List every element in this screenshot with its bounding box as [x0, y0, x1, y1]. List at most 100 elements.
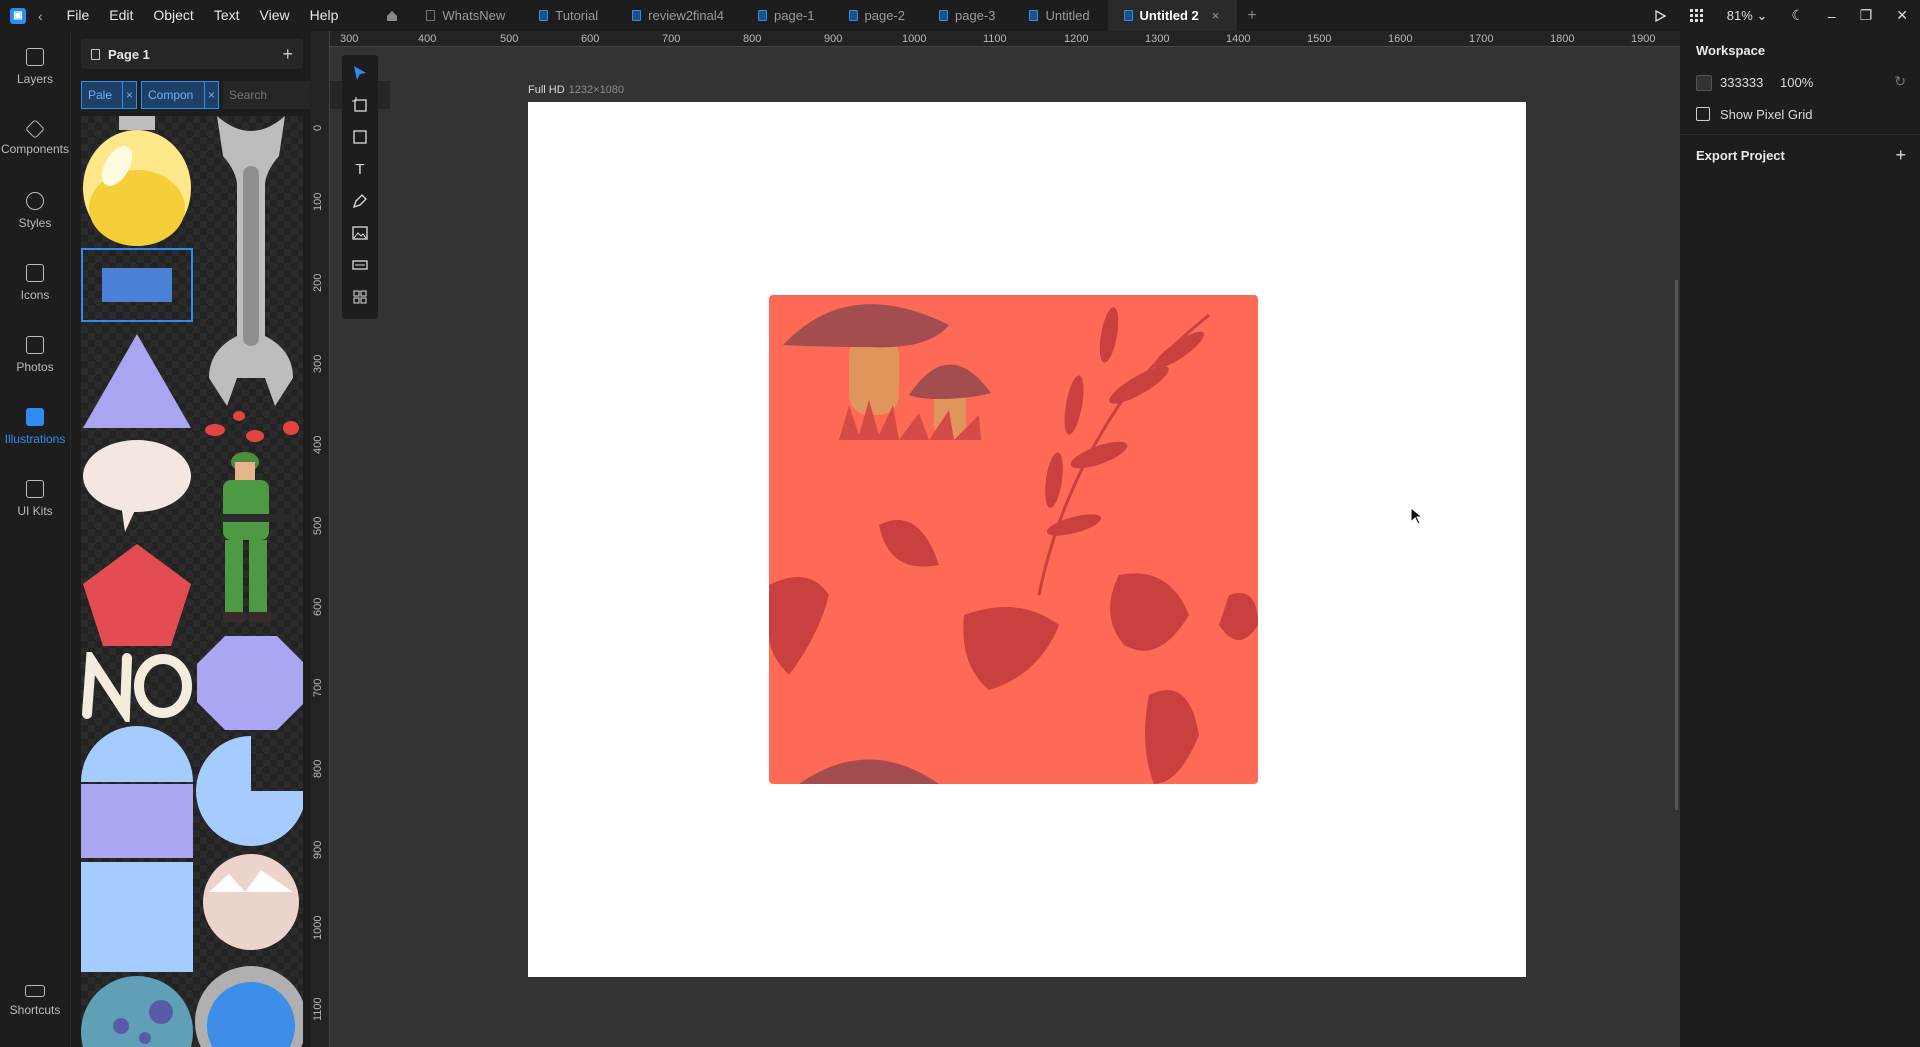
minimize-icon[interactable]: – — [1816, 8, 1848, 24]
tab-whatsnew[interactable]: WhatsNew — [410, 0, 523, 31]
left-rail: Layers Components Styles Icons Photos Il… — [0, 31, 70, 1047]
moon-icon[interactable]: ☾ — [1779, 7, 1816, 24]
workspace-color-hex[interactable]: 333333 — [1720, 75, 1763, 90]
add-export-icon[interactable]: + — [1895, 145, 1906, 166]
add-page-icon[interactable]: + — [282, 44, 293, 65]
workspace-color-opacity[interactable]: 100% — [1780, 75, 1813, 90]
blue-rectangle-shape[interactable] — [81, 862, 193, 972]
half-circle-shape[interactable] — [81, 726, 193, 782]
export-project-title: Export Project — [1696, 148, 1785, 163]
tab-page-1[interactable]: page-1 — [742, 0, 832, 31]
app-logo-icon[interactable]: ▣ — [10, 7, 26, 24]
rail-icons[interactable]: Icons — [0, 247, 70, 319]
menu-view[interactable]: View — [250, 0, 300, 31]
pixel-grid-label: Show Pixel Grid — [1720, 107, 1813, 122]
right-panel: Workspace 333333 100% ↻ Show Pixel Grid … — [1680, 31, 1920, 1047]
play-icon[interactable] — [1643, 9, 1678, 22]
zoom-select[interactable]: 81% ⌄ — [1715, 8, 1780, 24]
pixel-grid-checkbox[interactable] — [1696, 107, 1710, 121]
filter-chip-pale[interactable]: Pale × — [81, 81, 137, 109]
remove-filter-icon[interactable]: × — [122, 82, 136, 108]
page-icon — [91, 48, 100, 60]
panel-divider — [1680, 134, 1920, 135]
planet-illustration[interactable] — [81, 976, 193, 1047]
pie-shape[interactable] — [195, 736, 303, 846]
page-selector[interactable]: Page 1 + — [81, 39, 303, 69]
home-icon[interactable] — [374, 9, 410, 23]
chevron-down-icon: ⌄ — [1756, 7, 1768, 23]
ruler-horizontal: 300 400 500 600 700 800 900 1000 1100 12… — [330, 31, 1680, 47]
close-tab-icon[interactable]: × — [1212, 8, 1220, 23]
rail-shortcuts[interactable]: Shortcuts — [0, 965, 70, 1037]
porthole-illustration[interactable] — [195, 962, 303, 1047]
red-leaves-illustration[interactable] — [195, 410, 303, 446]
ruler-vertical: 0 100 200 300 400 500 600 700 800 900 10… — [310, 31, 330, 1047]
pen-tool-icon[interactable] — [350, 191, 370, 211]
canvas-scrollbar[interactable] — [1675, 280, 1678, 810]
mouse-pointer-icon — [1410, 506, 1424, 528]
restore-icon[interactable]: ❐ — [1848, 7, 1885, 24]
workspace-title: Workspace — [1696, 43, 1766, 58]
purple-rectangle-shape[interactable] — [81, 784, 193, 858]
apps-grid-icon[interactable] — [1678, 9, 1715, 22]
document-tabs: WhatsNew Tutorial review2final4 page-1 p… — [374, 0, 1266, 31]
workspace-color-swatch[interactable] — [1696, 75, 1712, 91]
octagon-shape[interactable] — [195, 634, 303, 732]
menu-bar: File Edit Object Text View Help — [57, 0, 349, 31]
asset-filters: Pale × Compon × — [81, 81, 390, 109]
pentagon-shape[interactable] — [81, 540, 193, 650]
wrench-illustration[interactable] — [195, 116, 303, 406]
component-tool-icon[interactable] — [350, 255, 370, 275]
menu-text[interactable]: Text — [204, 0, 250, 31]
no-text-illustration[interactable] — [81, 652, 193, 722]
shared-document-icon — [1123, 10, 1133, 21]
rail-ui-kits[interactable]: UI Kits — [0, 463, 70, 535]
shared-document-icon — [758, 10, 768, 21]
menu-file[interactable]: File — [57, 0, 100, 31]
shared-document-icon — [938, 10, 948, 21]
tab-page-3[interactable]: page-3 — [923, 0, 1013, 31]
rectangle-tool-icon[interactable] — [350, 127, 370, 147]
tab-tutorial[interactable]: Tutorial — [523, 0, 616, 31]
blue-rectangle-component[interactable] — [81, 248, 193, 322]
tab-review2final4[interactable]: review2final4 — [616, 0, 742, 31]
close-window-icon[interactable]: ✕ — [1884, 7, 1920, 24]
remove-filter-icon[interactable]: × — [204, 82, 218, 108]
rail-styles[interactable]: Styles — [0, 175, 70, 247]
assets-panel: Page 1 + Pale × Compon × — [70, 31, 390, 1047]
mountain-circle-illustration[interactable] — [195, 852, 303, 952]
menu-help[interactable]: Help — [300, 0, 349, 31]
photos-icon — [26, 336, 44, 354]
layers-icon — [26, 48, 44, 66]
illustration-grid — [81, 116, 303, 1047]
image-tool-icon[interactable] — [350, 223, 370, 243]
tool-strip: T — [342, 55, 378, 319]
shared-document-icon — [632, 10, 642, 21]
shared-document-icon — [848, 10, 858, 21]
frame-label[interactable]: Full HD 1232×1080 — [528, 84, 624, 96]
text-tool-icon[interactable]: T — [350, 159, 370, 179]
lightbulb-illustration[interactable] — [81, 116, 193, 246]
rail-components[interactable]: Components — [0, 103, 70, 175]
soldier-illustration[interactable] — [195, 448, 303, 628]
back-chevron-icon[interactable]: ‹ — [38, 8, 43, 24]
rail-photos[interactable]: Photos — [0, 319, 70, 391]
document-icon — [426, 10, 436, 21]
tab-untitled[interactable]: Untitled — [1013, 0, 1107, 31]
reset-icon[interactable]: ↻ — [1894, 73, 1906, 90]
menu-edit[interactable]: Edit — [99, 0, 143, 31]
filter-chip-components[interactable]: Compon × — [141, 81, 219, 109]
speech-bubble-shape[interactable] — [81, 436, 193, 536]
frame-tool-icon[interactable] — [350, 95, 370, 115]
triangle-shape[interactable] — [81, 330, 193, 430]
menu-object[interactable]: Object — [143, 0, 203, 31]
add-tab-icon[interactable]: + — [1237, 7, 1266, 25]
rail-illustrations[interactable]: Illustrations — [0, 391, 70, 463]
grid-tool-icon[interactable] — [350, 287, 370, 307]
select-tool-icon[interactable] — [350, 63, 370, 83]
rail-layers[interactable]: Layers — [0, 31, 70, 103]
tab-page-2[interactable]: page-2 — [833, 0, 923, 31]
components-icon — [25, 119, 45, 139]
autumn-pattern-artwork[interactable] — [769, 295, 1258, 784]
tab-untitled-2[interactable]: Untitled 2 × — [1107, 0, 1238, 31]
